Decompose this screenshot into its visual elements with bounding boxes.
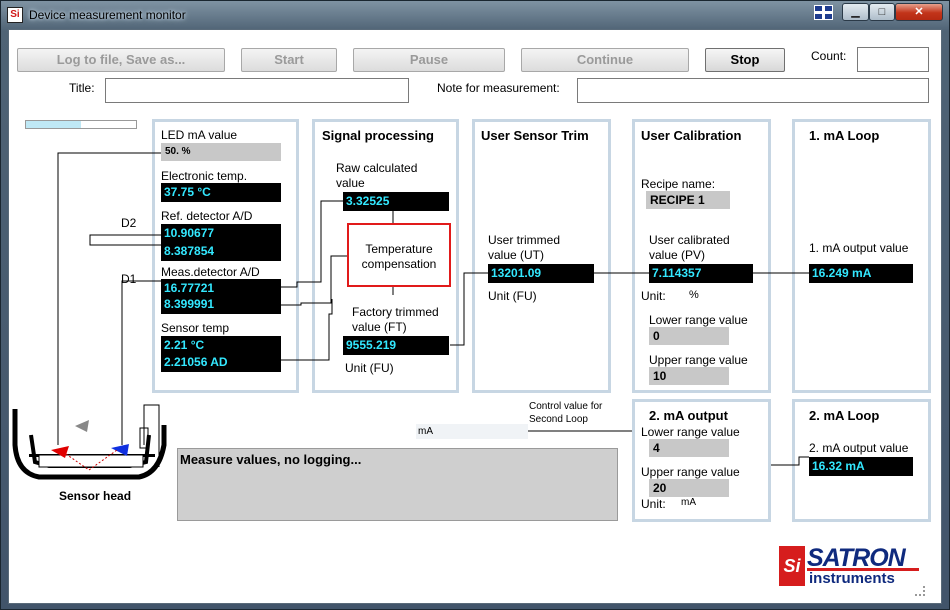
cal-lower-range-label: Lower range value (649, 313, 748, 327)
ft-label-2: value (FT) (352, 320, 407, 334)
cal-lower-range-value: 0 (649, 327, 729, 345)
ma-loop-2-output-label: 2. mA output value (809, 441, 909, 455)
cal-unit-label: Unit: (641, 289, 666, 303)
meas-detector-label: Meas.detector A/D (161, 265, 260, 279)
ut-label-1: User trimmed (488, 233, 561, 247)
cal-upper-range-value: 10 (649, 367, 729, 385)
second-loop-control-value[interactable]: mA (416, 424, 528, 439)
window-title: Device measurement monitor (29, 8, 186, 22)
logo-bottom-text: instruments (809, 570, 895, 587)
ma-loop-1-title: 1. mA Loop (809, 128, 880, 143)
factory-trimmed-value: 9555.219 (343, 336, 449, 355)
user-calibration-title: User Calibration (641, 128, 742, 143)
raw-calculated-value: 3.32525 (343, 192, 449, 211)
signal-unit-label: Unit (FU) (345, 361, 394, 375)
ref-detector-value-2: 8.387854 (161, 242, 281, 261)
led-ma-label: LED mA value (161, 128, 238, 142)
sensor-head-drawing (12, 409, 167, 480)
out2-upper-range-value: 20 (649, 479, 729, 497)
ref-detector-value-1: 10.90677 (161, 224, 281, 243)
electronic-temp-label: Electronic temp. (161, 169, 248, 183)
user-calibrated-value: 7.114357 (649, 264, 753, 283)
cal-upper-range-label: Upper range value (649, 353, 748, 367)
second-loop-label-1: Control value for (529, 401, 603, 412)
sensor-temp-value-2: 2.21056 AD (161, 353, 281, 372)
resize-grip-icon[interactable] (915, 586, 925, 596)
ft-label-1: Factory trimmed (352, 305, 439, 319)
pv-label-2: value (PV) (649, 248, 706, 262)
electronic-temp-value: 37.75 °C (161, 183, 281, 202)
raw-value-label-1: Raw calculated (336, 161, 418, 175)
app-window: Si Device measurement monitor ▁ □ ✕ Log … (0, 0, 950, 610)
tc-label-1: Temperature (365, 242, 433, 256)
d2-label: D2 (121, 216, 137, 230)
out2-lower-range-value: 4 (649, 439, 729, 457)
status-text-area: Measure values, no logging... (177, 448, 618, 521)
ma-output-2-title: 2. mA output (649, 408, 728, 423)
signal-processing-title: Signal processing (322, 128, 434, 143)
ut-label-2: value (UT) (488, 248, 545, 262)
out2-unit-label: Unit: (641, 497, 666, 511)
user-sensor-trim-title: User Sensor Trim (481, 128, 589, 143)
language-flag-icon[interactable] (814, 5, 833, 20)
cal-unit-value: % (689, 289, 699, 301)
second-loop-label-2: Second Loop (529, 414, 588, 425)
out2-lower-range-label: Lower range value (641, 425, 740, 439)
title-bar: Si Device measurement monitor ▁ □ ✕ (1, 1, 949, 29)
ma-loop-2-title: 2. mA Loop (809, 408, 880, 423)
logo-si-mark: Si (779, 546, 805, 586)
user-trimmed-value: 13201.09 (488, 264, 594, 283)
satron-logo: Si SATRON instruments (779, 544, 921, 590)
meas-detector-value-2: 8.399991 (161, 295, 281, 314)
maximize-button[interactable]: □ (869, 3, 895, 21)
out2-upper-range-label: Upper range value (641, 465, 740, 479)
minimize-button[interactable]: ▁ (842, 3, 869, 21)
close-button[interactable]: ✕ (895, 3, 943, 21)
recipe-name-label: Recipe name: (641, 177, 716, 191)
ma-loop-1-output-value: 16.249 mA (809, 264, 913, 283)
temperature-compensation-block: Temperature compensation (347, 223, 451, 287)
sensor-head-label: Sensor head (59, 489, 132, 503)
raw-value-label-2: value (336, 176, 365, 190)
pv-label-1: User calibrated (649, 233, 730, 247)
trim-unit-label: Unit (FU) (488, 289, 537, 303)
app-icon: Si (7, 7, 23, 23)
led-ma-value: 50. % (161, 143, 281, 161)
d1-label: D1 (121, 272, 137, 286)
client-area: Log to file, Save as... Start Pause Cont… (8, 29, 942, 604)
out2-unit-value: mA (681, 497, 696, 508)
sensor-temp-label: Sensor temp (161, 321, 230, 335)
ma-loop-1-output-label: 1. mA output value (809, 241, 909, 255)
ma-loop-2-output-value: 16.32 mA (809, 457, 913, 476)
recipe-name-value: RECIPE 1 (646, 191, 730, 209)
tc-label-2: compensation (361, 257, 437, 271)
ref-detector-label: Ref. detector A/D (161, 209, 253, 223)
